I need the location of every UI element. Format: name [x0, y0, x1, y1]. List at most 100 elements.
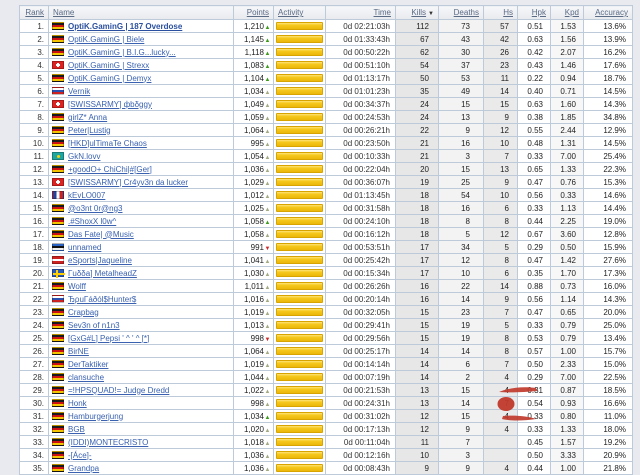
- headshots-cell: 11: [484, 72, 518, 85]
- player-link[interactable]: eSports|Jaqueline: [68, 256, 132, 265]
- kpd-cell: 2.07: [551, 46, 584, 59]
- time-cell: 0d 00:53:51h: [326, 241, 396, 254]
- player-link[interactable]: ЂρuΓáðól$Hunter$: [68, 295, 136, 304]
- table-row: 4.OptiK.GaminG | Strexx1,083▲0d 00:51:10…: [20, 59, 633, 72]
- player-link[interactable]: Vernik: [68, 87, 90, 96]
- column-header-deaths[interactable]: Deaths: [439, 6, 484, 20]
- player-link[interactable]: OptiK.GaminG | Biele: [68, 35, 144, 44]
- player-link[interactable]: Das Fate| @Music: [68, 230, 134, 239]
- player-link[interactable]: OptiK.GaminG | Strexx: [68, 61, 149, 70]
- player-link[interactable]: +goodO+ ChiChi|#[Ger]: [68, 165, 152, 174]
- player-link[interactable]: clansuche: [68, 373, 104, 382]
- deaths-cell: 9: [439, 124, 484, 137]
- trend-neutral-icon: ▲: [264, 181, 271, 187]
- trend-neutral-icon: ▲: [264, 155, 271, 161]
- player-link[interactable]: GkN.lovv: [68, 152, 100, 161]
- deaths-cell: 19: [439, 319, 484, 332]
- player-link[interactable]: .#ShoxX l0w^: [68, 217, 116, 226]
- player-link[interactable]: Grandpa: [68, 464, 99, 473]
- flag-de-icon: [52, 360, 64, 368]
- table-row: 7.[SWISSARMY] фbδggy1,049▲0d 00:34:37h24…: [20, 98, 633, 111]
- player-link[interactable]: OptiK.GaminG | B.I.G...lucky...: [68, 48, 176, 57]
- player-link[interactable]: OptiK.GaminG | 187 Overdose: [68, 22, 182, 31]
- column-header-hs[interactable]: Hs: [484, 6, 518, 20]
- player-link[interactable]: Crapbag: [68, 308, 99, 317]
- player-link[interactable]: (IDDI)MONTECRISTO: [68, 438, 148, 447]
- column-header-kpd[interactable]: Kpd: [551, 6, 584, 20]
- table-row: 18.unnamed991▼0d 00:53:51h173450.290.501…: [20, 241, 633, 254]
- deaths-cell: 2: [439, 371, 484, 384]
- hpk-cell: 0.63: [518, 33, 551, 46]
- player-name-cell: ЂρuΓáðól$Hunter$: [49, 293, 234, 306]
- deaths-cell: 73: [439, 20, 484, 33]
- table-row: 20.Γuδδa] MetalheadZ1,030▲0d 00:15:34h17…: [20, 267, 633, 280]
- column-header-name[interactable]: Name: [49, 6, 234, 20]
- trend-neutral-icon: ▲: [264, 402, 271, 408]
- hpk-cell: 0.44: [518, 462, 551, 475]
- accuracy-cell: 25.0%: [584, 319, 633, 332]
- column-header-hpk[interactable]: Hpk: [518, 6, 551, 20]
- player-link[interactable]: [GxG#L] Pepsi ' ^ ' ^ [*]: [68, 334, 149, 343]
- player-link[interactable]: BirNE: [68, 347, 89, 356]
- activity-cell: [274, 72, 326, 85]
- activity-bar: [276, 386, 323, 394]
- player-link[interactable]: =!HPSQUAD!= Judge Dredd: [68, 386, 169, 395]
- rank-cell: 10.: [20, 137, 49, 150]
- activity-bar: [276, 295, 323, 303]
- player-link[interactable]: [SWISSARMY] фbδggy: [68, 100, 152, 109]
- deaths-cell: 22: [439, 280, 484, 293]
- time-cell: 0d 01:01:23h: [326, 85, 396, 98]
- player-link[interactable]: Peter|Lustig: [68, 126, 111, 135]
- player-link[interactable]: Γuδδa] MetalheadZ: [68, 269, 137, 278]
- accuracy-cell: 25.4%: [584, 150, 633, 163]
- column-header-points[interactable]: Points: [234, 6, 274, 20]
- player-link[interactable]: Honk: [68, 399, 87, 408]
- activity-bar: [276, 61, 323, 69]
- column-header-accuracy[interactable]: Accuracy: [584, 6, 633, 20]
- trend-neutral-icon: ▲: [264, 207, 271, 213]
- column-header-time[interactable]: Time: [326, 6, 396, 20]
- column-header-rank[interactable]: Rank: [20, 6, 49, 20]
- points-cell: 1,019▲: [234, 306, 274, 319]
- kills-cell: 17: [396, 241, 439, 254]
- player-link[interactable]: BGB: [68, 425, 85, 434]
- player-link[interactable]: girlZ* Anna: [68, 113, 107, 122]
- trend-neutral-icon: ▲: [264, 454, 271, 460]
- flag-de-icon: [52, 48, 64, 56]
- accuracy-cell: 34.8%: [584, 111, 633, 124]
- time-cell: 0d 00:07:19h: [326, 371, 396, 384]
- player-link[interactable]: @o3nt 0r@ng3: [68, 204, 123, 213]
- headshots-cell: 4: [484, 410, 518, 423]
- activity-bar: [276, 48, 323, 56]
- player-link[interactable]: OptiK.GaminG | Demyx: [68, 74, 151, 83]
- deaths-cell: 14: [439, 397, 484, 410]
- trend-up-icon: ▲: [264, 64, 271, 70]
- player-link[interactable]: Wolff: [68, 282, 86, 291]
- kpd-cell: 0.94: [551, 72, 584, 85]
- player-link[interactable]: -[Áce]-: [68, 451, 92, 460]
- hpk-cell: 0.65: [518, 163, 551, 176]
- deaths-cell: 6: [439, 358, 484, 371]
- column-header-activity[interactable]: Activity: [274, 6, 326, 20]
- flag-de-icon: [52, 399, 64, 407]
- player-name-cell: [HKD]ulTimaTe Chaos: [49, 137, 234, 150]
- player-link[interactable]: unnamed: [68, 243, 101, 252]
- trend-neutral-icon: ▲: [264, 324, 271, 330]
- hpk-cell: 0.22: [518, 72, 551, 85]
- player-link[interactable]: [HKD]ulTimaTe Chaos: [68, 139, 147, 148]
- activity-bar: [276, 347, 323, 355]
- kills-cell: 10: [396, 449, 439, 462]
- flag-de-icon: [52, 386, 64, 394]
- ranking-table-container: RankNamePointsActivityTimeKills▼DeathsHs…: [19, 5, 633, 475]
- player-link[interactable]: [SWISSARMY] Cr4yv3n da lucker: [68, 178, 188, 187]
- player-link[interactable]: kEvLO007: [68, 191, 105, 200]
- activity-bar: [276, 126, 323, 134]
- activity-cell: [274, 462, 326, 475]
- kills-cell: 9: [396, 462, 439, 475]
- column-header-kills[interactable]: Kills▼: [396, 6, 439, 20]
- hpk-cell: 0.55: [518, 124, 551, 137]
- player-link[interactable]: DerTaktiker: [68, 360, 108, 369]
- hpk-cell: 0.38: [518, 111, 551, 124]
- player-link[interactable]: Sev3n of n1n3: [68, 321, 120, 330]
- player-link[interactable]: Hamburgerjung: [68, 412, 123, 421]
